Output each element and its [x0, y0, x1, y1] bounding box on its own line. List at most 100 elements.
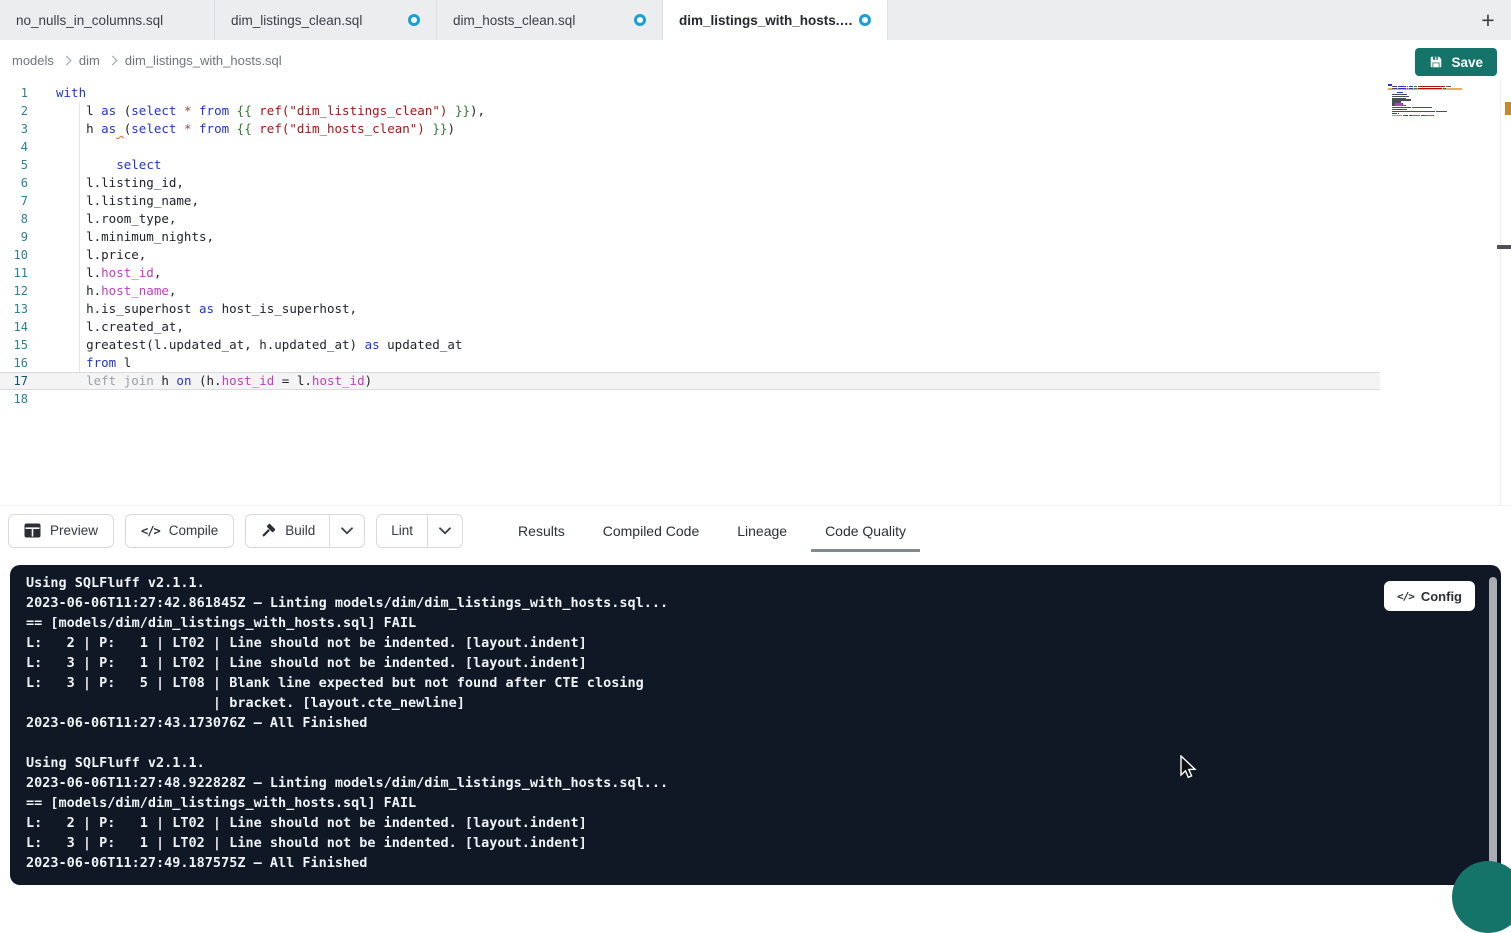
hammer-icon: [260, 523, 276, 539]
floppy-disk-icon: [1429, 55, 1443, 69]
code-line-4[interactable]: 4: [0, 138, 1511, 156]
minimap-line: [1388, 116, 1462, 118]
line-number: 13: [0, 300, 40, 318]
plus-icon: +: [1481, 7, 1494, 34]
breadcrumb-file[interactable]: dim_listings_with_hosts.sql: [125, 53, 282, 68]
code-line-13[interactable]: 13 h.is_superhost as host_is_superhost,: [0, 300, 1511, 318]
code-line-1[interactable]: 1with: [0, 84, 1511, 102]
code-editor[interactable]: 1with2 l as (select * from {{ ref("dim_l…: [0, 80, 1511, 505]
code-line-18[interactable]: 18: [0, 390, 1511, 408]
code-text: l.listing_name,: [40, 192, 199, 210]
terminal-line: == [models/dim/dim_listings_with_hosts.s…: [26, 793, 1501, 813]
save-button-label: Save: [1451, 55, 1483, 70]
help-bubble-button[interactable]: [1452, 861, 1511, 933]
build-split-button: Build: [245, 514, 365, 548]
code-line-5[interactable]: 5 select: [0, 156, 1511, 174]
code-text: greatest(l.updated_at, h.updated_at) as …: [40, 336, 462, 354]
code-line-9[interactable]: 9 l.minimum_nights,: [0, 228, 1511, 246]
code-text: l as (select * from {{ ref("dim_listings…: [40, 102, 485, 120]
file-tab-dim_listings_with_hosts.sql[interactable]: dim_listings_with_hosts.sql: [663, 0, 888, 40]
terminal-line: Using SQLFluff v2.1.1.: [26, 573, 1501, 593]
code-text: h as (select * from {{ ref("dim_hosts_cl…: [40, 120, 455, 138]
file-tab-dim_listings_clean.sql[interactable]: dim_listings_clean.sql: [215, 0, 437, 40]
code-brackets-icon: </>: [141, 524, 160, 538]
new-tab-button[interactable]: +: [1475, 7, 1501, 33]
breadcrumb-dim[interactable]: dim: [79, 53, 100, 68]
line-number: 10: [0, 246, 40, 264]
tab-compiled-code[interactable]: Compiled Code: [601, 506, 702, 555]
lint-button[interactable]: Lint: [377, 515, 427, 547]
line-number: 16: [0, 354, 40, 372]
lint-warning-marker[interactable]: [1505, 102, 1511, 115]
compile-button[interactable]: </> Compile: [125, 514, 234, 548]
minimap[interactable]: [1388, 84, 1462, 118]
compile-label: Compile: [169, 523, 219, 538]
terminal-line: 2023-06-06T11:27:43.173076Z — All Finish…: [26, 713, 1501, 733]
code-line-8[interactable]: 8 l.room_type,: [0, 210, 1511, 228]
terminal-line: 2023-06-06T11:27:49.187575Z — All Finish…: [26, 853, 1501, 873]
header-bar: models dim dim_listings_with_hosts.sql S…: [0, 40, 1511, 80]
tab-results[interactable]: Results: [516, 506, 567, 555]
terminal-output: Using SQLFluff v2.1.1.2023-06-06T11:27:4…: [26, 573, 1501, 873]
code-line-15[interactable]: 15 greatest(l.updated_at, h.updated_at) …: [0, 336, 1511, 354]
line-number: 18: [0, 390, 40, 408]
terminal-line: 2023-06-06T11:27:42.861845Z — Linting mo…: [26, 593, 1501, 613]
tab-code-quality[interactable]: Code Quality: [823, 506, 908, 555]
line-number: 15: [0, 336, 40, 354]
file-tab-label: no_nulls_in_columns.sql: [16, 13, 163, 28]
unsaved-changes-dot-icon: [634, 14, 646, 26]
code-text: l.price,: [40, 246, 146, 264]
code-text: [40, 138, 56, 156]
editor-scrollbar-thumb[interactable]: [1497, 245, 1511, 249]
lint-label: Lint: [391, 523, 413, 538]
code-text: l.listing_id,: [40, 174, 184, 192]
code-line-12[interactable]: 12 h.host_name,: [0, 282, 1511, 300]
line-number: 17: [0, 372, 40, 390]
unsaved-changes-dot-icon: [859, 14, 871, 26]
code-text: h.is_superhost as host_is_superhost,: [40, 300, 357, 318]
code-line-7[interactable]: 7 l.listing_name,: [0, 192, 1511, 210]
line-number: 14: [0, 318, 40, 336]
preview-button[interactable]: Preview: [8, 514, 114, 548]
preview-label: Preview: [50, 523, 98, 538]
config-label: Config: [1421, 589, 1462, 604]
code-line-17[interactable]: 17 left join h on (h.host_id = l.host_id…: [0, 372, 1380, 390]
build-button[interactable]: Build: [246, 515, 329, 547]
code-text: from l: [40, 354, 131, 372]
build-dropdown-button[interactable]: [329, 515, 364, 547]
code-line-10[interactable]: 10 l.price,: [0, 246, 1511, 264]
terminal-line: | bracket. [layout.cte_newline]: [26, 693, 1501, 713]
config-button[interactable]: </> Config: [1384, 581, 1475, 611]
file-tab-no_nulls_in_columns.sql[interactable]: no_nulls_in_columns.sql: [0, 0, 215, 40]
code-line-3[interactable]: 3 h as (select * from {{ ref("dim_hosts_…: [0, 120, 1511, 138]
file-tab-dim_hosts_clean.sql[interactable]: dim_hosts_clean.sql: [437, 0, 663, 40]
code-line-14[interactable]: 14 l.created_at,: [0, 318, 1511, 336]
line-number: 2: [0, 102, 40, 120]
code-line-2[interactable]: 2 l as (select * from {{ ref("dim_listin…: [0, 102, 1511, 120]
code-brackets-icon: </>: [1397, 590, 1414, 603]
code-line-11[interactable]: 11 l.host_id,: [0, 264, 1511, 282]
file-tab-label: dim_listings_clean.sql: [231, 13, 362, 28]
code-area: 1with2 l as (select * from {{ ref("dim_l…: [0, 84, 1511, 408]
table-grid-icon: [24, 523, 41, 538]
chevron-right-icon: [107, 55, 117, 65]
code-line-6[interactable]: 6 l.listing_id,: [0, 174, 1511, 192]
tab-lineage[interactable]: Lineage: [735, 506, 789, 555]
line-number: 3: [0, 120, 40, 138]
terminal-scrollbar-thumb[interactable]: [1489, 577, 1497, 877]
chevron-down-icon: [439, 527, 451, 535]
build-label: Build: [285, 523, 315, 538]
terminal-line: L: 2 | P: 1 | LT02 | Line should not be …: [26, 633, 1501, 653]
lint-split-button: Lint: [376, 514, 463, 548]
code-text: l.host_id,: [40, 264, 161, 282]
line-number: 4: [0, 138, 40, 156]
line-number: 9: [0, 228, 40, 246]
lint-dropdown-button[interactable]: [427, 515, 462, 547]
breadcrumb-models[interactable]: models: [12, 53, 54, 68]
code-line-16[interactable]: 16 from l: [0, 354, 1511, 372]
action-toolbar: Preview </> Compile Build Lint: [0, 505, 1511, 555]
save-button[interactable]: Save: [1415, 48, 1497, 76]
terminal-line: [26, 733, 1501, 753]
code-text: with: [40, 84, 86, 102]
line-number: 6: [0, 174, 40, 192]
